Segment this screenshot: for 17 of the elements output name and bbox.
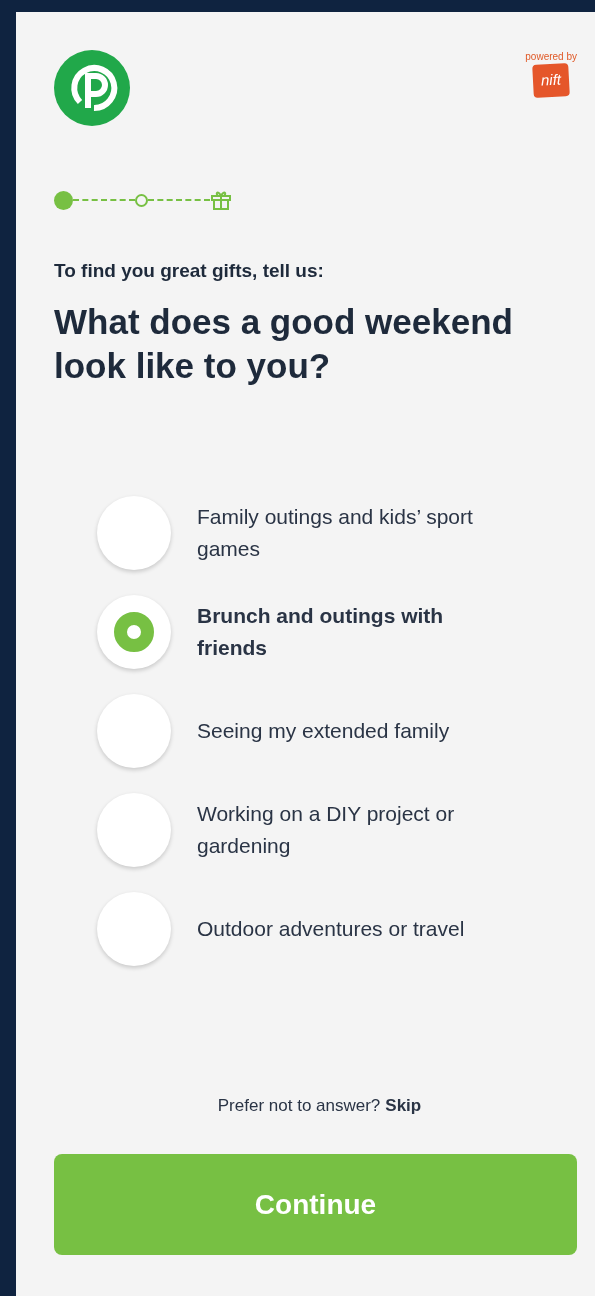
- question-title: What does a good weekend look like to you?: [54, 300, 514, 387]
- skip-prompt: Prefer not to answer?: [217, 1094, 381, 1117]
- radio-button[interactable]: [97, 693, 171, 768]
- radio-button[interactable]: [97, 891, 171, 966]
- brand-badge: nift: [532, 63, 570, 98]
- question-intro: To find you great gifts, tell us:: [54, 259, 325, 283]
- option-label[interactable]: Working on a DIY project or gardening: [197, 797, 497, 862]
- powered-by-caption: powered by: [525, 52, 577, 62]
- radio-button[interactable]: [97, 495, 171, 570]
- option-label[interactable]: Seeing my extended family: [197, 714, 497, 747]
- radio-button[interactable]: [97, 792, 171, 867]
- option-label[interactable]: Brunch and outings with friends: [197, 599, 497, 664]
- logo-icon: [54, 50, 130, 126]
- skip-link[interactable]: Skip: [385, 1092, 422, 1118]
- option-label[interactable]: Outdoor adventures or travel: [197, 912, 497, 945]
- radio-button[interactable]: [97, 594, 171, 669]
- option-label[interactable]: Family outings and kids’ sport games: [197, 500, 497, 565]
